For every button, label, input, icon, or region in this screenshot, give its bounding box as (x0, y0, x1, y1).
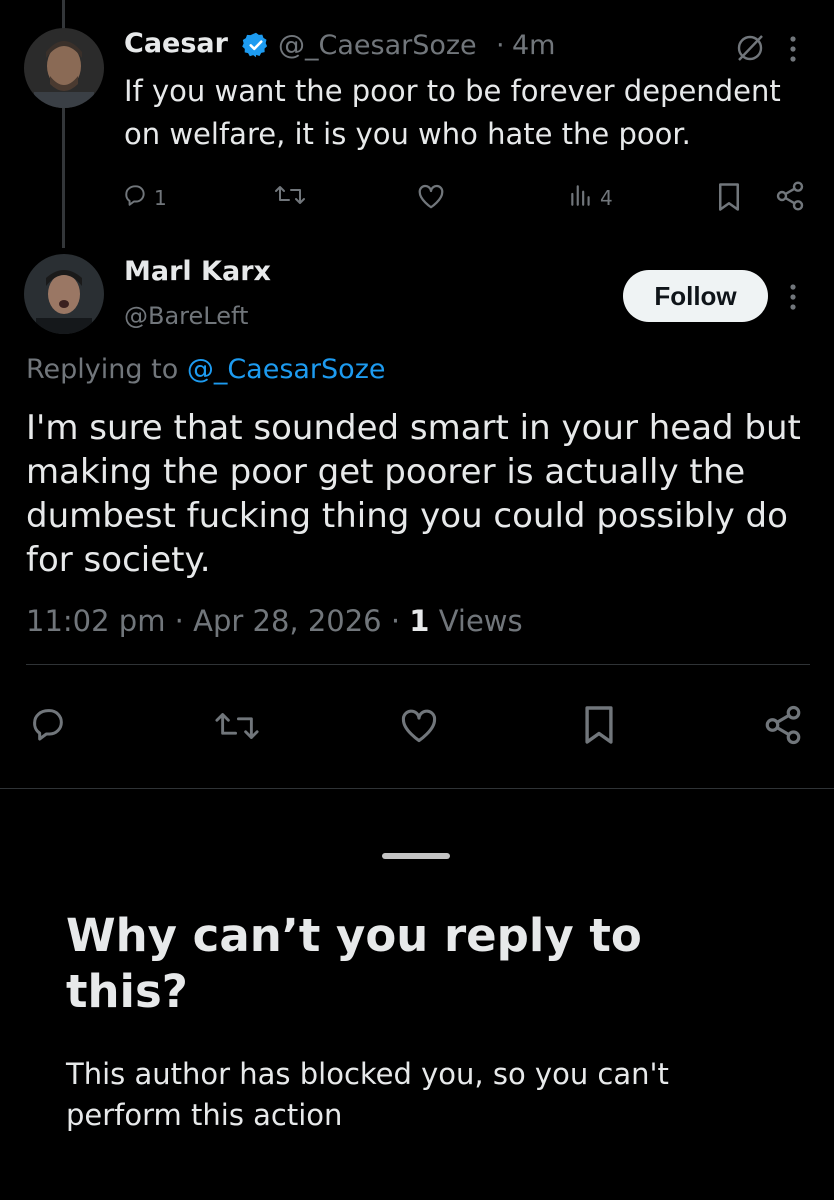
share-icon[interactable] (774, 180, 806, 216)
reply-more-icon[interactable] (788, 282, 798, 316)
reply-icon (122, 182, 148, 213)
retweet-icon (274, 182, 306, 213)
caesar-tweet-text: If you want the poor to be forever depen… (124, 74, 781, 151)
replying-prefix: Replying to (26, 354, 179, 385)
sheet-title: Why can’t you reply to this? (66, 909, 642, 1018)
marl-karx-handle[interactable]: @BareLeft (124, 302, 248, 330)
views-label: Views (438, 604, 523, 638)
reply-action[interactable]: 1 (122, 182, 167, 213)
views-action[interactable]: 4 (568, 182, 613, 213)
reply-count: 1 (154, 185, 167, 210)
sheet-top-divider (0, 788, 834, 789)
sheet-body-text: This author has blocked you, so you can'… (66, 1057, 669, 1132)
meta-divider (26, 664, 810, 665)
like-icon[interactable] (398, 706, 440, 748)
separator-dot: · (496, 30, 505, 61)
bookmark-icon[interactable] (716, 182, 742, 216)
views-icon (568, 182, 594, 213)
views-count: 1 (409, 604, 430, 638)
marl-karx-display-name[interactable]: Marl Karx (124, 256, 271, 287)
retweet-icon[interactable] (214, 708, 260, 748)
more-icon[interactable] (788, 34, 798, 68)
marl-karx-avatar[interactable] (24, 254, 104, 334)
follow-button[interactable]: Follow (623, 270, 768, 322)
verified-badge-icon (242, 31, 270, 63)
caesar-display-name[interactable]: Caesar (124, 28, 228, 59)
grok-icon[interactable] (734, 32, 766, 68)
share-icon[interactable] (762, 704, 804, 750)
tweet-time[interactable]: 4m (512, 30, 555, 61)
replying-to-line: Replying to @_CaesarSoze (26, 354, 385, 385)
replying-to-handle-link[interactable]: @_CaesarSoze (187, 354, 386, 385)
view-count: 4 (600, 185, 613, 210)
tweet-timestamp[interactable]: 11:02 pm · Apr 28, 2026 · (26, 604, 400, 638)
retweet-action[interactable] (274, 182, 306, 213)
like-icon (416, 182, 446, 215)
bookmark-icon[interactable] (582, 704, 616, 750)
reply-icon[interactable] (28, 704, 68, 748)
caesar-handle[interactable]: @_CaesarSoze (278, 30, 477, 61)
caesar-avatar[interactable] (24, 28, 104, 108)
reply-tweet-text: I'm sure that sounded smart in your head… (26, 408, 801, 580)
sheet-drag-handle[interactable] (382, 853, 450, 859)
tweet-meta: 11:02 pm · Apr 28, 2026 · 1 Views (26, 604, 523, 638)
like-action[interactable] (416, 182, 446, 215)
